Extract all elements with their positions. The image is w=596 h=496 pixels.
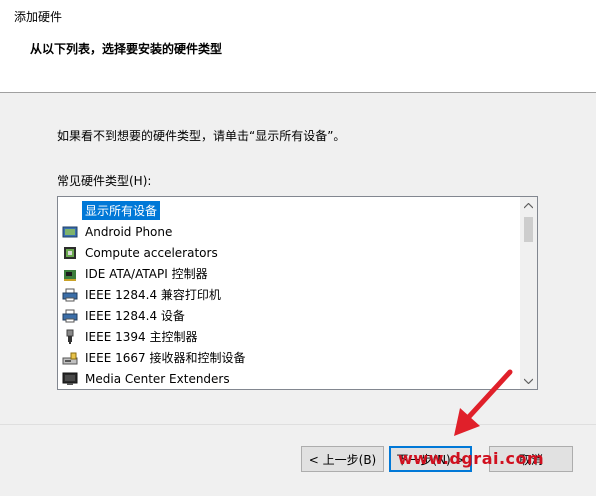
list-item-ide-controller[interactable]: IDE ATA/ATAPI 控制器 xyxy=(58,263,520,284)
list-item-compute-accelerators[interactable]: Compute accelerators xyxy=(58,242,520,263)
list-item-ieee1394-controller[interactable]: IEEE 1394 主控制器 xyxy=(58,326,520,347)
phone-icon xyxy=(62,224,78,240)
list-item-ieee1667-device[interactable]: IEEE 1667 接收器和控制设备 xyxy=(58,347,520,368)
list-item-label: 显示所有设备 xyxy=(82,201,161,220)
scroll-thumb[interactable] xyxy=(524,217,533,242)
back-button[interactable]: < 上一步(B) xyxy=(301,446,384,472)
monitor-icon xyxy=(62,371,78,387)
list-item-ieee1284-printer[interactable]: IEEE 1284.4 兼容打印机 xyxy=(58,284,520,305)
printer-icon xyxy=(62,287,78,303)
scroll-up-arrow-icon[interactable] xyxy=(520,197,537,214)
scroll-down-arrow-icon[interactable] xyxy=(520,372,537,389)
chip-icon xyxy=(62,245,78,261)
page-heading: 从以下列表，选择要安装的硬件类型 xyxy=(30,42,223,56)
red-arrow-annotation-icon xyxy=(454,369,513,436)
window-title: 添加硬件 xyxy=(14,10,63,24)
ide-controller-icon xyxy=(62,266,78,282)
printer-icon xyxy=(62,308,78,324)
list-item-label: Media Center Extenders xyxy=(85,371,230,386)
list-item-label: IEEE 1284.4 兼容打印机 xyxy=(85,288,221,302)
usb-plug-icon xyxy=(62,329,78,345)
instruction-text: 如果看不到想要的硬件类型，请单击“显示所有设备”。 xyxy=(57,129,346,143)
hardware-type-listbox[interactable]: 显示所有设备 Android Phone Compute accelerator… xyxy=(57,196,538,390)
drive-icon xyxy=(62,350,78,366)
list-item-label: IEEE 1284.4 设备 xyxy=(85,309,185,323)
list-item-android-phone[interactable]: Android Phone xyxy=(58,221,520,242)
watermark-text: www.dgrai.com xyxy=(398,449,545,468)
list-item-show-all-devices[interactable]: 显示所有设备 xyxy=(58,200,520,221)
list-item-label: IDE ATA/ATAPI 控制器 xyxy=(85,267,208,281)
list-scrollbar[interactable] xyxy=(520,197,537,389)
hardware-list-label: 常见硬件类型(H): xyxy=(57,174,152,188)
list-item-label: Compute accelerators xyxy=(85,245,218,260)
list-item-label: IEEE 1394 主控制器 xyxy=(85,330,198,344)
list-item-label: Android Phone xyxy=(85,224,173,239)
list-item-label: IEEE 1667 接收器和控制设备 xyxy=(85,351,246,365)
list-item-ieee1284-device[interactable]: IEEE 1284.4 设备 xyxy=(58,305,520,326)
